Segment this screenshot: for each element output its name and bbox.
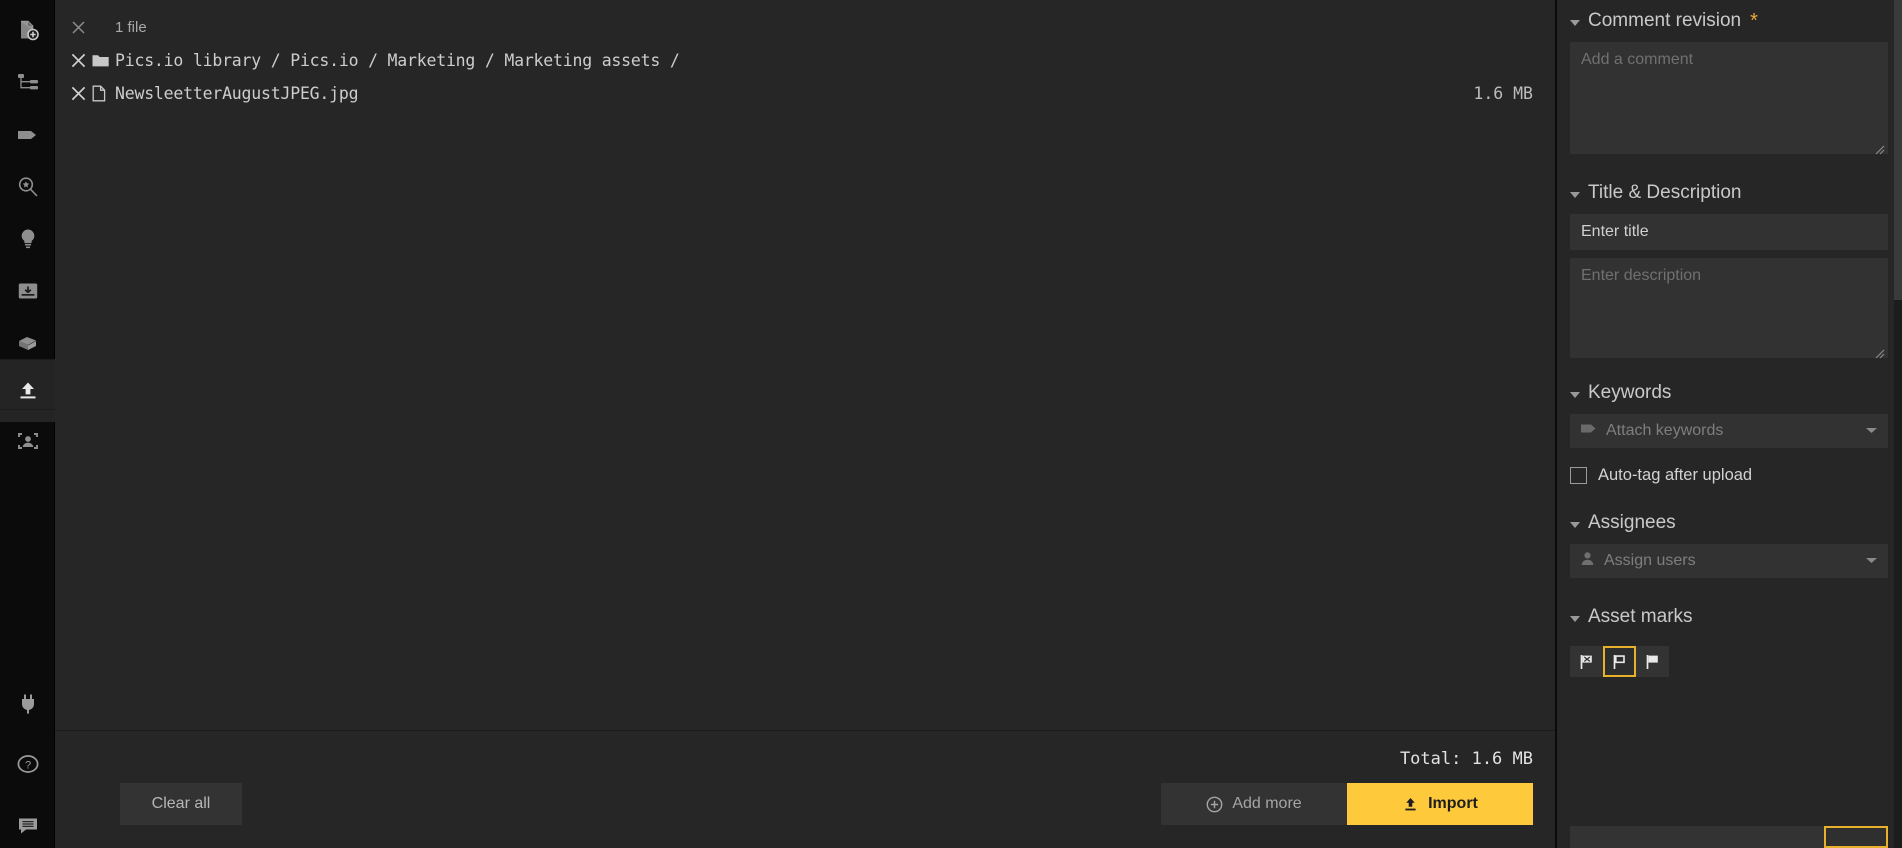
- assignees-title: Assignees: [1588, 512, 1676, 533]
- auto-tag-checkbox-row[interactable]: Auto-tag after upload: [1570, 456, 1888, 494]
- required-asterisk: *: [1750, 10, 1758, 32]
- upload-screen: ? 1 file Pics.io library / Pics.io / Mar…: [0, 0, 1902, 848]
- chevron-down-icon: [1570, 19, 1580, 26]
- saved-search-icon: [16, 175, 40, 199]
- archive-icon: [15, 331, 41, 355]
- face-recognition-icon: [15, 429, 41, 453]
- description-field-wrap: [1570, 258, 1888, 359]
- mark-approved-icon: [1644, 653, 1662, 671]
- partial-selected-option[interactable]: [1824, 826, 1888, 848]
- section-header-comment-revision[interactable]: Comment revision *: [1570, 0, 1888, 42]
- lightbulb-icon: [16, 227, 40, 251]
- file-count-row: 1 file: [55, 10, 1555, 44]
- panel-scrollbar-thumb[interactable]: [1894, 0, 1902, 300]
- clear-all-x-icon[interactable]: [67, 16, 89, 38]
- file-size: 1.6 MB: [1473, 84, 1533, 103]
- panel-scrollbar[interactable]: [1894, 0, 1902, 848]
- title-description-title: Title & Description: [1588, 182, 1742, 203]
- total-size: Total: 1.6 MB: [1399, 749, 1533, 769]
- folder-icon: [92, 53, 115, 68]
- title-input[interactable]: [1570, 214, 1888, 250]
- svg-text:?: ?: [24, 759, 30, 771]
- import-button[interactable]: Import: [1347, 783, 1533, 825]
- file-count-label: 1 file: [115, 18, 147, 36]
- tree-icon: [16, 71, 40, 95]
- section-header-keywords[interactable]: Keywords: [1570, 372, 1888, 414]
- import-upload-icon: [1402, 796, 1419, 813]
- remove-folder-x-icon[interactable]: [67, 50, 89, 72]
- upload-file-list: 1 file Pics.io library / Pics.io / Marke…: [55, 0, 1555, 730]
- chevron-down-icon: [1570, 615, 1580, 622]
- asset-marks-title: Asset marks: [1588, 606, 1693, 627]
- breadcrumb: Pics.io library / Pics.io / Marketing / …: [115, 51, 680, 70]
- comment-revision-title: Comment revision: [1588, 10, 1742, 31]
- chevron-down-icon: [1865, 552, 1878, 570]
- chevron-down-icon: [1570, 521, 1580, 528]
- asset-marks-group: [1570, 646, 1888, 677]
- keywords-placeholder: Attach keywords: [1606, 422, 1724, 439]
- remove-file-x-icon[interactable]: [67, 83, 89, 105]
- file-icon: [92, 85, 115, 102]
- comment-field-wrap: [1570, 42, 1888, 155]
- auto-tag-checkbox[interactable]: [1570, 466, 1587, 484]
- mark-rejected-icon: [1578, 653, 1596, 671]
- mark-approved-button[interactable]: [1636, 646, 1669, 677]
- plus-circle-icon: [1206, 796, 1223, 813]
- section-header-assignees[interactable]: Assignees: [1570, 502, 1888, 544]
- assignees-placeholder: Assign users: [1604, 552, 1696, 569]
- sidebar-item-feedback[interactable]: [0, 794, 55, 848]
- keywords-title: Keywords: [1588, 382, 1672, 403]
- mark-none-icon: [1611, 653, 1629, 671]
- add-more-button[interactable]: Add more: [1161, 783, 1347, 825]
- add-more-label: Add more: [1232, 795, 1302, 812]
- file-row: NewsleetterAugustJPEG.jpg 1.6 MB: [55, 77, 1555, 110]
- upload-actions: Clear all Add more Import: [55, 783, 1533, 825]
- upload-icon: [15, 379, 41, 403]
- feedback-icon: [15, 813, 41, 837]
- upload-bottom-bar: Total: 1.6 MB Clear all Add more Import: [55, 730, 1555, 848]
- left-rail: ?: [0, 0, 55, 848]
- import-label: Import: [1428, 795, 1478, 812]
- user-avatar-icon: [1580, 551, 1595, 571]
- partial-field[interactable]: [1570, 826, 1824, 848]
- section-header-title-description[interactable]: Title & Description: [1570, 172, 1888, 214]
- keyword-tag-icon: [1580, 422, 1597, 440]
- chevron-down-icon: [1570, 391, 1580, 398]
- inbox-icon: [16, 279, 40, 303]
- keyword-tag-icon: [15, 123, 41, 147]
- panel-divider: [1556, 0, 1557, 848]
- clear-all-button[interactable]: Clear all: [120, 783, 242, 825]
- description-input[interactable]: [1570, 258, 1888, 358]
- panel-bottom-partial-row: [1570, 826, 1888, 848]
- sidebar-item-face-recognition[interactable]: [0, 410, 55, 472]
- assignees-select[interactable]: Assign users: [1570, 544, 1888, 578]
- mark-rejected-button[interactable]: [1570, 646, 1603, 677]
- chevron-down-icon: [1570, 191, 1580, 198]
- help-icon: ?: [15, 752, 41, 776]
- sidebar-item-integrations[interactable]: [0, 673, 55, 735]
- mark-none-button[interactable]: [1603, 646, 1636, 677]
- chevron-down-icon: [1865, 422, 1878, 440]
- file-name: NewsleetterAugustJPEG.jpg: [115, 84, 359, 103]
- upload-metadata-panel: Comment revision * Title & Description: [1556, 0, 1902, 848]
- upload-main: 1 file Pics.io library / Pics.io / Marke…: [55, 0, 1556, 848]
- section-header-asset-marks[interactable]: Asset marks: [1570, 596, 1888, 638]
- breadcrumb-row: Pics.io library / Pics.io / Marketing / …: [55, 44, 1555, 77]
- keywords-select[interactable]: Attach keywords: [1570, 414, 1888, 448]
- plug-icon: [16, 692, 40, 716]
- comment-input[interactable]: [1570, 42, 1888, 154]
- auto-tag-label: Auto-tag after upload: [1598, 465, 1753, 484]
- sidebar-item-help[interactable]: ?: [0, 733, 55, 795]
- new-asset-icon: [16, 19, 40, 43]
